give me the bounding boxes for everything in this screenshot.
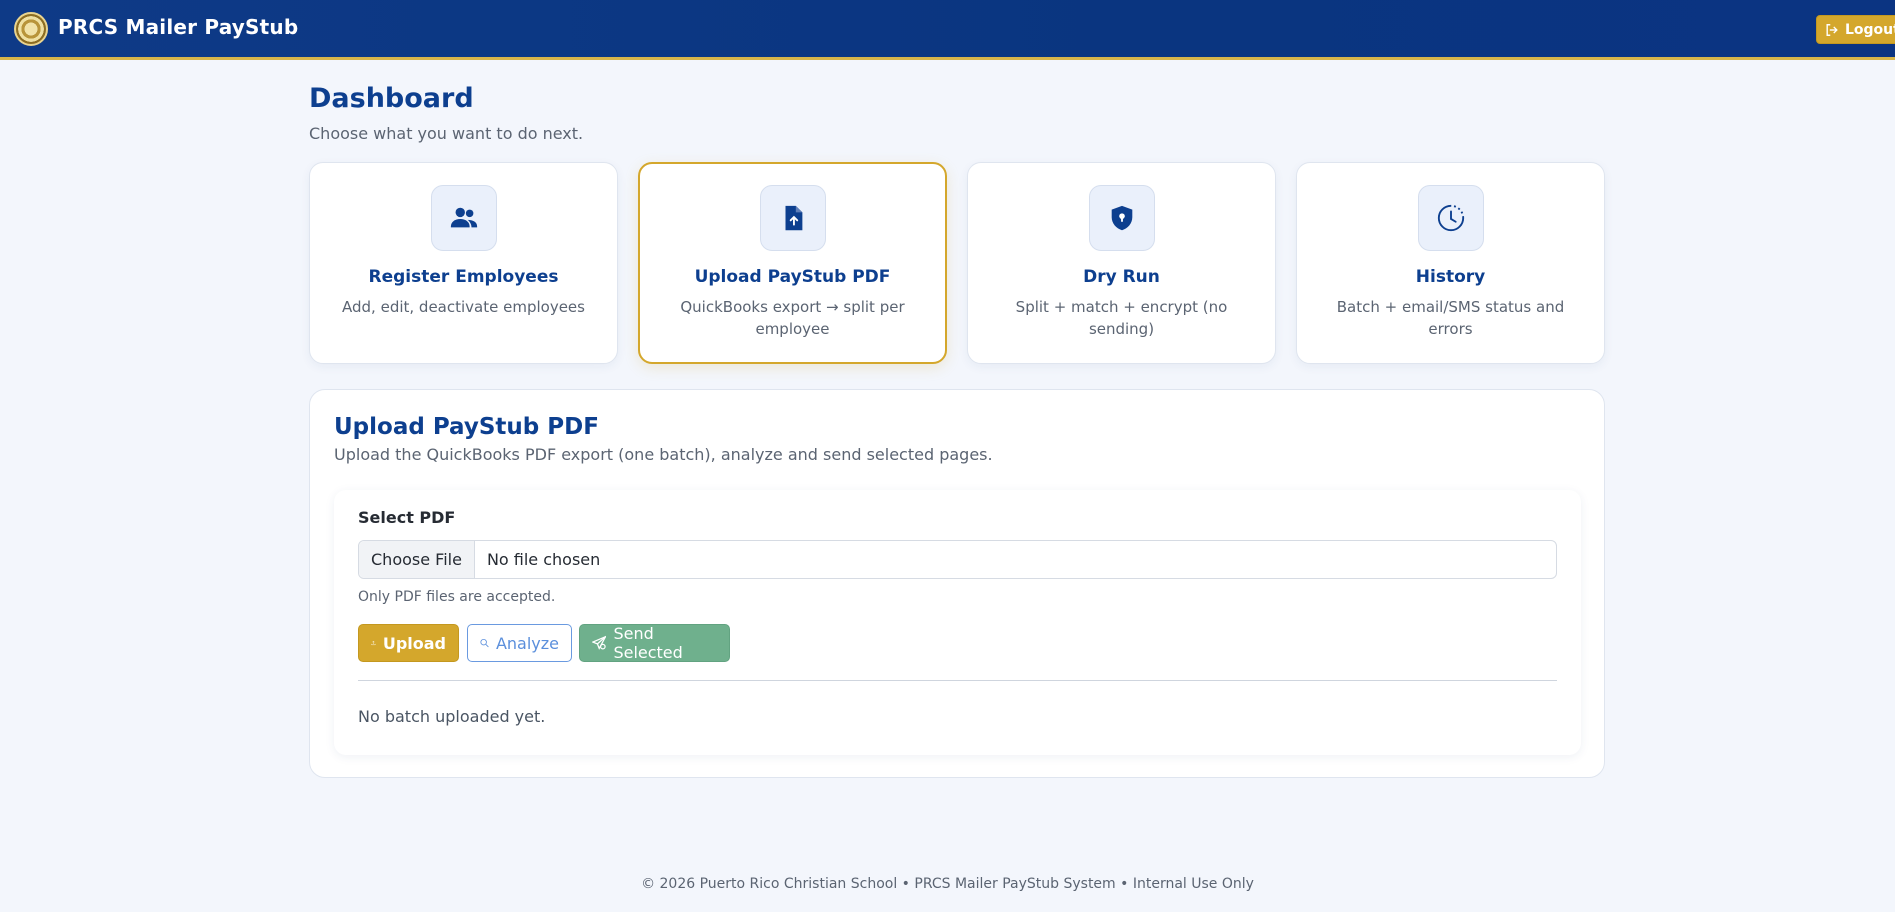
card-title: History	[1415, 267, 1486, 287]
footer-text: © 2026 Puerto Rico Christian School • PR…	[641, 876, 1254, 892]
card-register-employees[interactable]: Register Employees Add, edit, deactivate…	[309, 162, 618, 364]
panel-title: Upload PayStub PDF	[334, 414, 599, 440]
card-dry-run[interactable]: Dry Run Split + match + encrypt (no send…	[967, 162, 1276, 364]
search-icon	[480, 638, 489, 648]
divider	[358, 680, 1557, 681]
card-description: Batch + email/SMS status and errors	[1336, 298, 1565, 338]
logout-icon	[1826, 23, 1838, 36]
card-upload-paystub[interactable]: Upload PayStub PDF QuickBooks export → s…	[638, 162, 947, 364]
file-upload-icon	[785, 205, 803, 231]
send-icon	[592, 635, 607, 650]
send-selected-label: Send Selected	[613, 624, 683, 662]
page-title: Dashboard	[309, 83, 474, 114]
upload-form: Select PDF Choose File No file chosen On…	[334, 490, 1581, 755]
select-pdf-label: Select PDF	[358, 508, 456, 527]
card-history[interactable]: History Batch + email/SMS status and err…	[1296, 162, 1605, 364]
analyze-button[interactable]: Analyze	[467, 624, 572, 662]
file-help-text: Only PDF files are accepted.	[358, 589, 556, 605]
card-title: Upload PayStub PDF	[694, 267, 891, 287]
card-description: QuickBooks export → split per employee	[680, 298, 905, 338]
upload-label: Upload	[382, 633, 446, 653]
empty-batch-message: No batch uploaded yet.	[358, 707, 546, 726]
choose-file-button[interactable]: Choose File	[359, 541, 475, 578]
panel-subtitle: Upload the QuickBooks PDF export (one ba…	[334, 445, 993, 464]
send-selected-button[interactable]: Send Selected	[579, 624, 730, 662]
brand-title[interactable]: PRCS Mailer PayStub	[58, 15, 298, 39]
shield-lock-icon	[1111, 205, 1133, 231]
top-navbar: PRCS Mailer PayStub Logout	[0, 0, 1895, 60]
clock-history-icon	[1437, 204, 1465, 232]
upload-icon	[371, 640, 376, 646]
upload-panel: Upload PayStub PDF Upload the QuickBooks…	[309, 389, 1605, 778]
users-icon	[450, 207, 478, 228]
school-seal-logo	[14, 12, 48, 46]
analyze-label: Analyze	[495, 633, 559, 653]
pdf-file-input[interactable]: Choose File No file chosen	[358, 540, 1557, 579]
card-description: Split + match + encrypt (no sending)	[1015, 298, 1228, 338]
logout-button[interactable]: Logout	[1816, 15, 1895, 44]
card-title: Register Employees	[368, 267, 559, 287]
card-description: Add, edit, deactivate employees	[342, 298, 585, 316]
card-title: Dry Run	[1083, 267, 1160, 287]
logout-label: Logout	[1845, 21, 1895, 38]
file-status-text: No file chosen	[486, 550, 601, 569]
upload-button[interactable]: Upload	[358, 624, 459, 662]
page-subtitle: Choose what you want to do next.	[309, 124, 584, 143]
